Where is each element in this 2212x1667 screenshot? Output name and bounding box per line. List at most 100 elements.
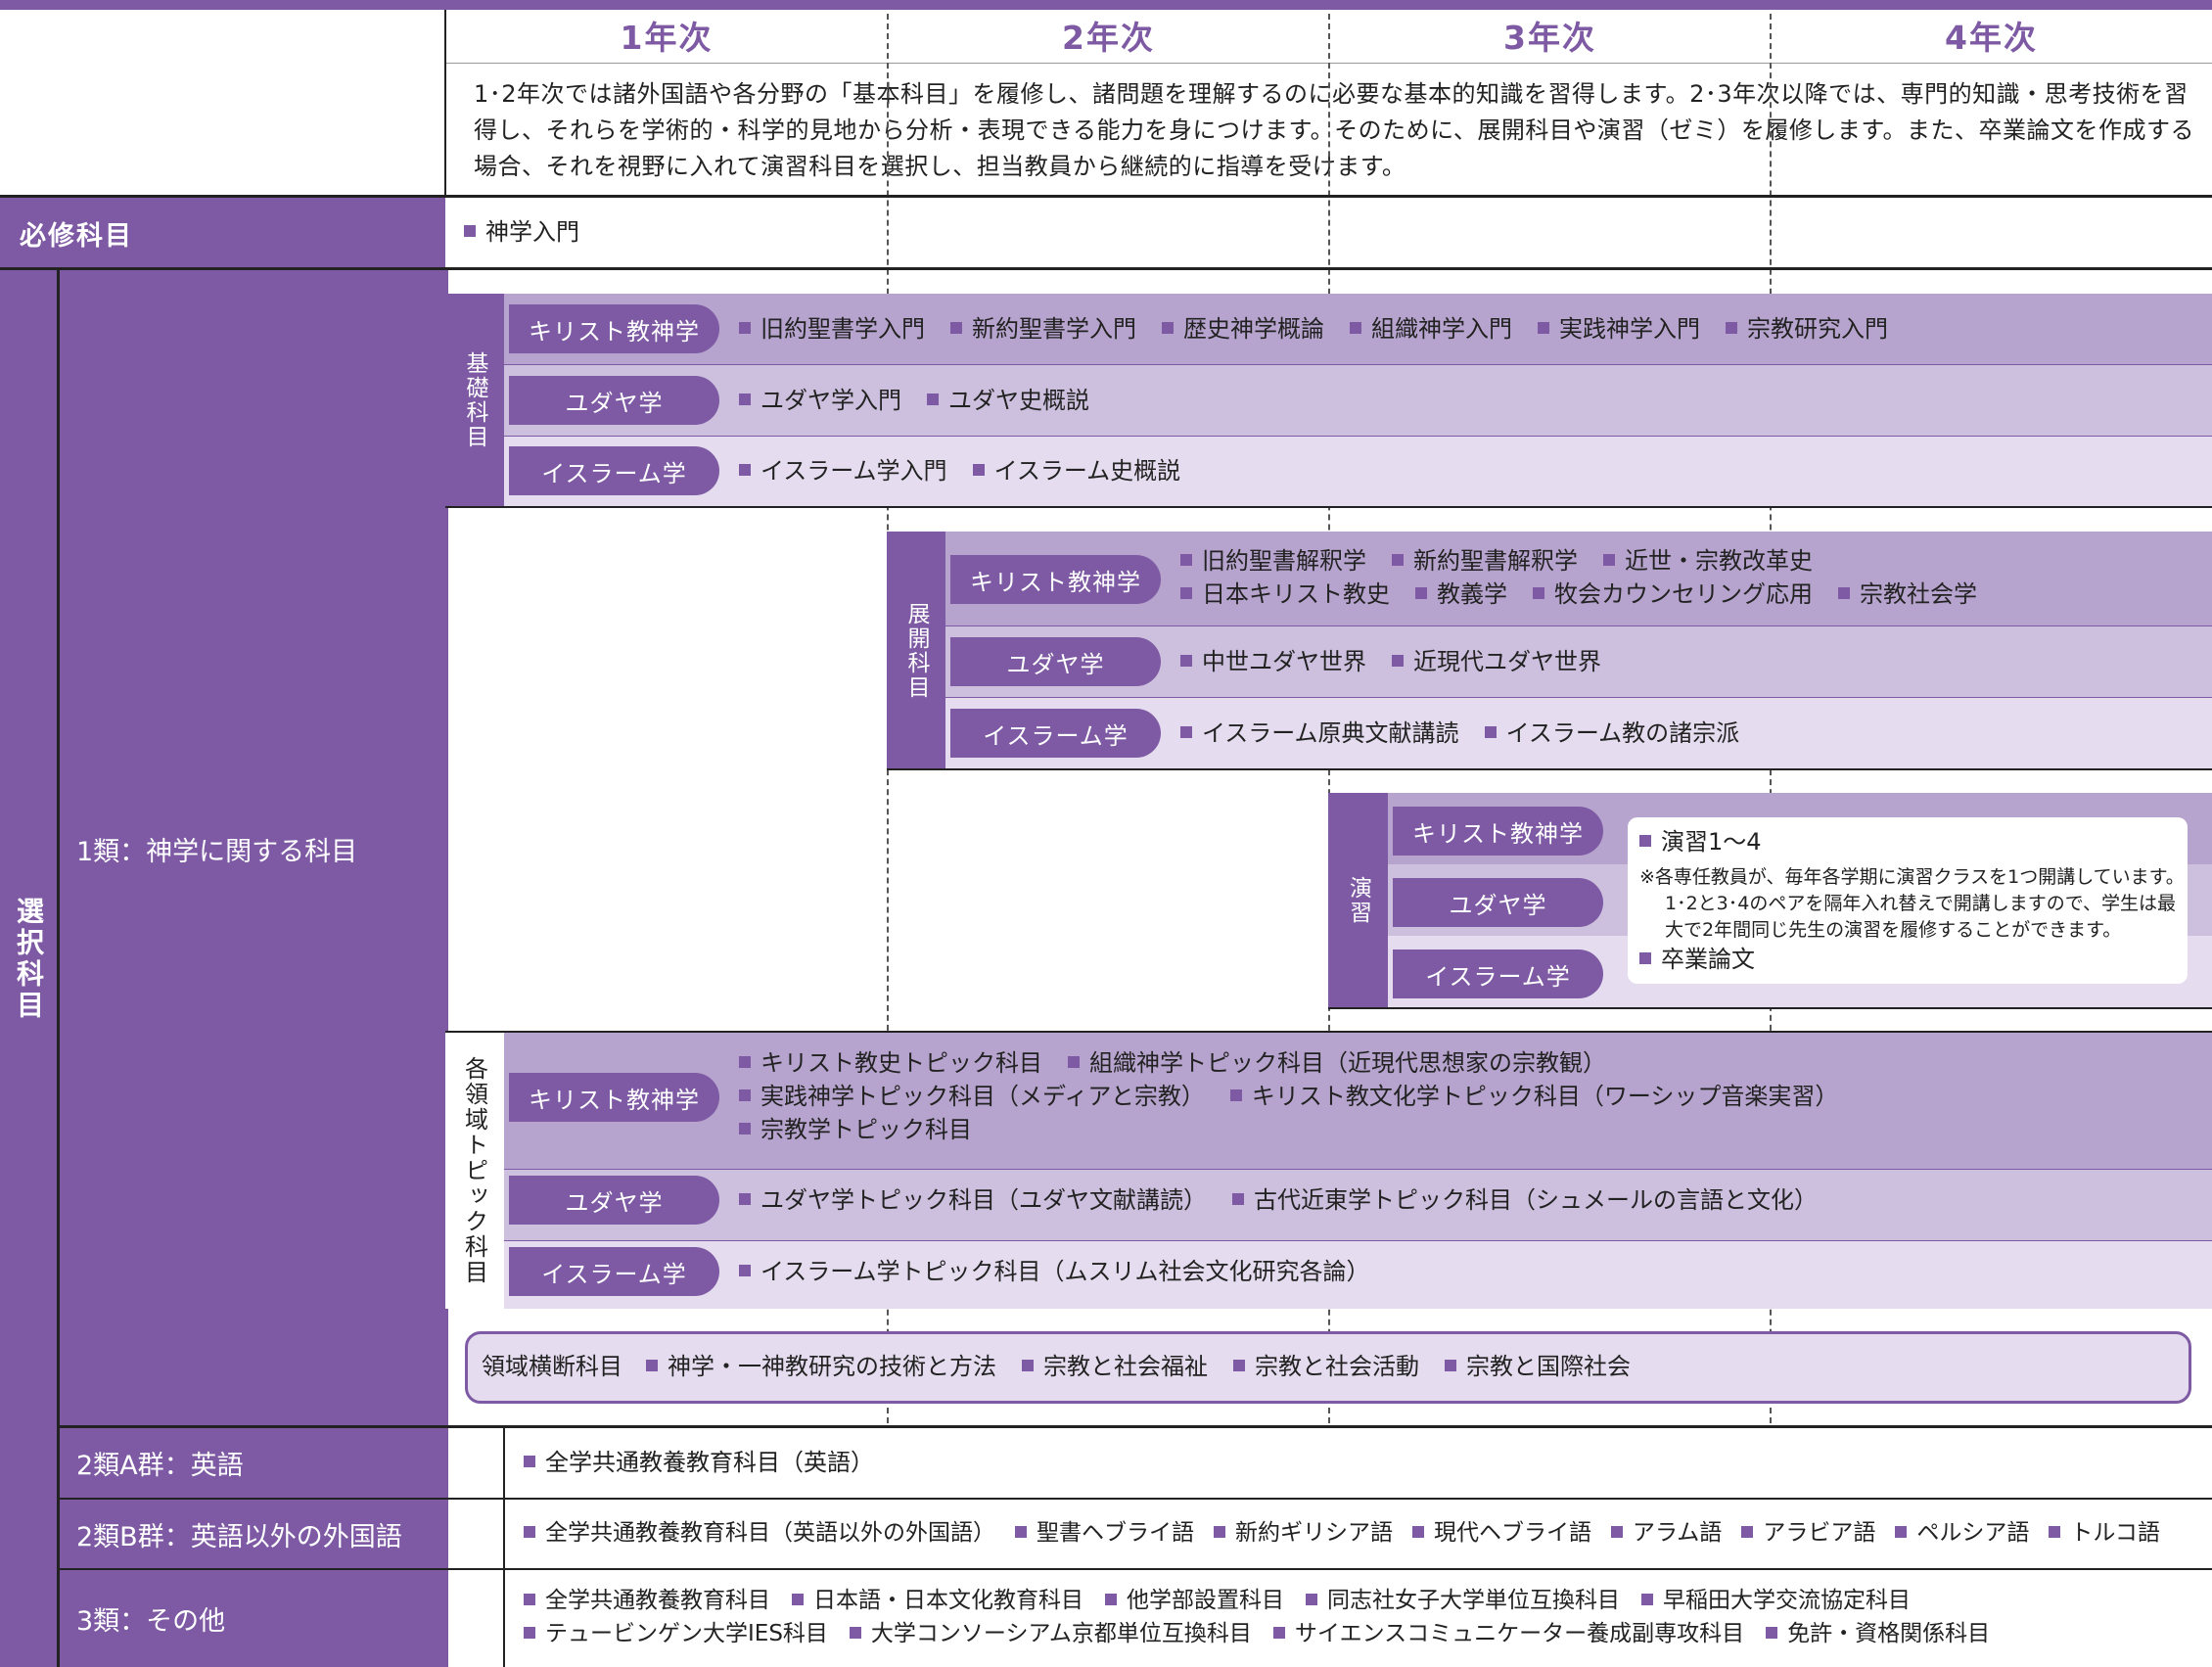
list-item: 他学部設置科目 — [1105, 1588, 1284, 1613]
topic-christian-line-3: 宗教学トピック科目 — [739, 1113, 1864, 1146]
list-item: 宗教研究入門 — [1726, 315, 1888, 343]
bullet-icon — [1838, 587, 1850, 599]
bullet-icon — [1350, 322, 1361, 334]
bullet-icon — [524, 1525, 535, 1538]
list-item: 宗教と社会活動 — [1233, 1353, 1419, 1380]
class2b-label-cell: 2類B群：英語以外の外国語 — [57, 1500, 448, 1568]
bullet-icon — [1895, 1525, 1908, 1538]
bullet-icon — [524, 1456, 535, 1467]
list-item-text: 卒業論文 — [1661, 946, 1755, 973]
basic-label: 基礎科目 — [445, 294, 504, 506]
seminar-pill-islam: イスラーム学 — [1393, 949, 1603, 998]
list-item: イスラーム教の諸宗派 — [1484, 719, 1739, 747]
list-item-text: テュービンゲン大学IES科目 — [545, 1621, 828, 1646]
curriculum-chart: 1年次 2年次 3年次 4年次 1･2年次では諸外国語や各分野の「基本科目」を履… — [0, 0, 2212, 1667]
list-item-text: 現代ヘブライ語 — [1434, 1520, 1591, 1546]
seminar-note: ※各専任教員が、毎年各学期に演習クラスを1つ開講しています。 1･2と3･4のペ… — [1639, 864, 2185, 944]
list-item-text: 旧約聖書学入門 — [760, 315, 925, 343]
bullet-icon — [739, 1265, 751, 1276]
list-item-text: 宗教学トピック科目 — [760, 1116, 972, 1143]
bullet-icon — [1611, 1525, 1623, 1538]
class1-label: 1類：神学に関する科目 — [76, 837, 358, 867]
basic-items-judaism: ユダヤ学入門 ユダヤ史概説 — [739, 384, 1115, 417]
list-item: 全学共通教養教育科目（英語以外の外国語） — [524, 1520, 995, 1546]
list-item: 実践神学トピック科目（メディアと宗教） — [739, 1083, 1205, 1110]
required-label-cell: 必修科目 — [0, 198, 445, 268]
bullet-icon — [1180, 655, 1192, 667]
list-item: ユダヤ学入門 — [739, 387, 901, 414]
list-item-text: 日本語・日本文化教育科目 — [813, 1588, 1083, 1613]
list-item: キリスト教史トピック科目 — [739, 1049, 1042, 1077]
list-item-text: 新約聖書解釈学 — [1413, 547, 1578, 575]
list-item-text: イスラーム学トピック科目（ムスリム社会文化研究各論） — [760, 1258, 1370, 1285]
cross-domain-items: 領域横断科目 神学・一神教研究の技術と方法 宗教と社会福祉 宗教と社会活動 宗教と国際社… — [482, 1350, 1656, 1383]
topic-christian-line-1: キリスト教史トピック科目 組織神学トピック科目（近現代思想家の宗教観） — [739, 1046, 1864, 1080]
list-item: サイエンスコミュニケーター養成副専攻科目 — [1272, 1621, 1745, 1646]
list-item: イスラーム史概説 — [972, 457, 1180, 485]
bullet-icon — [1022, 1360, 1034, 1371]
basic-items-islam: イスラーム学入門 イスラーム史概説 — [739, 454, 1206, 487]
list-item: アラム語 — [1611, 1520, 1722, 1546]
list-item-text: ユダヤ学トピック科目（ユダヤ文献講読） — [760, 1186, 1207, 1214]
list-item-text: 実践神学入門 — [1559, 315, 1700, 343]
bullet-icon — [1214, 1525, 1225, 1538]
list-item: アラビア語 — [1741, 1520, 1875, 1546]
note-line: 大で2年間同じ先生の演習を履修することができます。 — [1665, 919, 2122, 941]
bullet-icon — [1232, 1193, 1244, 1205]
list-item: 歴史神学概論 — [1162, 315, 1324, 343]
list-item: 全学共通教養教育科目 — [524, 1588, 770, 1613]
band-sep — [504, 364, 2212, 365]
bullet-icon — [1538, 322, 1549, 334]
bullet-icon — [1726, 322, 1737, 334]
adv-pill-christian: キリスト教神学 — [950, 555, 1161, 604]
list-item-text: 近現代ユダヤ世界 — [1413, 648, 1601, 675]
list-item: 組織神学入門 — [1350, 315, 1512, 343]
list-item: イスラーム原典文献講読 — [1180, 719, 1459, 747]
basic-bottom-line — [445, 506, 2212, 508]
band-sep — [504, 436, 2212, 437]
list-item: キリスト教文化学トピック科目（ワーシップ音楽実習） — [1229, 1083, 1838, 1110]
list-item-text: 旧約聖書解釈学 — [1202, 547, 1366, 575]
bullet-icon — [1603, 554, 1615, 566]
bullet-icon — [739, 1193, 751, 1205]
list-item: 近現代ユダヤ世界 — [1392, 648, 1601, 675]
list-item-text: イスラーム学入門 — [760, 457, 947, 485]
class3-label-cell: 3類：その他 — [57, 1570, 448, 1667]
bullet-icon — [1306, 1593, 1317, 1605]
list-item-text: 組織神学入門 — [1371, 315, 1512, 343]
bullet-icon — [1484, 726, 1497, 738]
list-item-text: キリスト教史トピック科目 — [760, 1049, 1042, 1077]
list-item: 聖書ヘブライ語 — [1015, 1520, 1194, 1546]
list-item: イスラーム学トピック科目（ムスリム社会文化研究各論） — [739, 1258, 1370, 1285]
band-sep — [945, 625, 2212, 626]
list-item: 旧約聖書解釈学 — [1180, 547, 1366, 575]
class2a-items: 全学共通教養教育科目（英語） — [524, 1446, 899, 1479]
bullet-icon — [739, 394, 751, 405]
top-accent-bar — [0, 0, 2212, 10]
basic-pill-christian: キリスト教神学 — [509, 304, 719, 353]
list-item: 新約聖書学入門 — [950, 315, 1136, 343]
bullet-icon — [739, 322, 751, 334]
list-item-text: 古代近東学トピック科目（シュメールの言語と文化） — [1254, 1186, 1818, 1214]
bullet-icon — [1533, 587, 1544, 599]
list-item-text: ユダヤ史概説 — [948, 387, 1089, 414]
advanced-label: 展開科目 — [887, 532, 945, 769]
list-item: 宗教学トピック科目 — [739, 1116, 972, 1143]
class3-items: 全学共通教養教育科目 日本語・日本文化教育科目 他学部設置科目 同志社女子大学単位互換… — [524, 1584, 1990, 1650]
list-item: ユダヤ史概説 — [927, 387, 1089, 414]
seminar-pill-christian: キリスト教神学 — [1393, 807, 1603, 856]
list-item: 古代近東学トピック科目（シュメールの言語と文化） — [1232, 1186, 1818, 1214]
bullet-icon — [1180, 554, 1192, 566]
bullet-icon — [1180, 726, 1192, 738]
bullet-icon — [950, 322, 962, 334]
adv-pill-islam: イスラーム学 — [950, 709, 1161, 758]
seminar-bottom-line — [1328, 1007, 2212, 1009]
basic-items-christian: 旧約聖書学入門 新約聖書学入門 歴史神学概論 組織神学入門 実践神学入門 宗教研究入門 — [739, 312, 1913, 346]
bullet-icon — [927, 394, 939, 405]
list-item-text: サイエンスコミュニケーター養成副専攻科目 — [1294, 1621, 1745, 1646]
topic-pill-islam: イスラーム学 — [509, 1247, 719, 1296]
list-item: 宗教社会学 — [1838, 580, 1977, 608]
adv-items-islam: イスラーム原典文献講読 イスラーム教の諸宗派 — [1180, 717, 1765, 750]
list-item-text: 宗教と社会福祉 — [1043, 1353, 1208, 1380]
basic-pill-judaism: ユダヤ学 — [509, 376, 719, 425]
